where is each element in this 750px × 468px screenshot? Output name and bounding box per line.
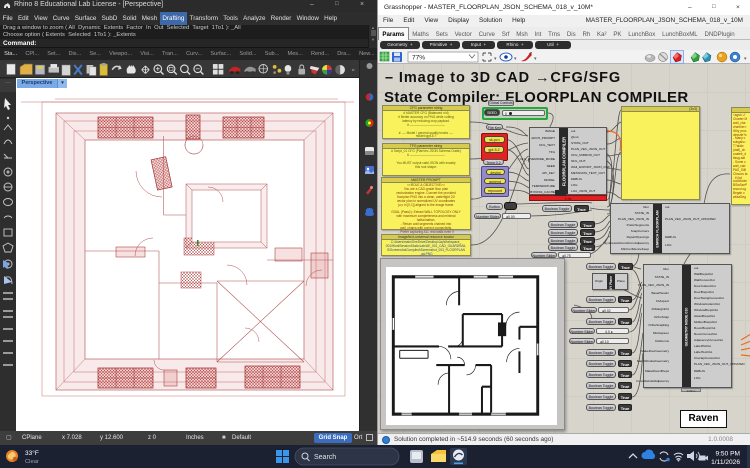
svg-text:33°F: 33°F [25, 449, 39, 457]
svg-text:▾: ▾ [534, 56, 537, 62]
svg-text:9:50 PM: 9:50 PM [715, 451, 740, 458]
svg-text:▾: ▾ [514, 56, 517, 62]
svg-text:Clear: Clear [25, 459, 39, 465]
svg-text:▾: ▾ [744, 56, 747, 62]
svg-text:Search: Search [314, 454, 336, 461]
svg-text:»: » [352, 68, 355, 74]
svg-text:▾: ▾ [494, 56, 497, 62]
svg-text:77%: 77% [412, 55, 425, 62]
svg-text:1/11/2026: 1/11/2026 [711, 459, 740, 466]
